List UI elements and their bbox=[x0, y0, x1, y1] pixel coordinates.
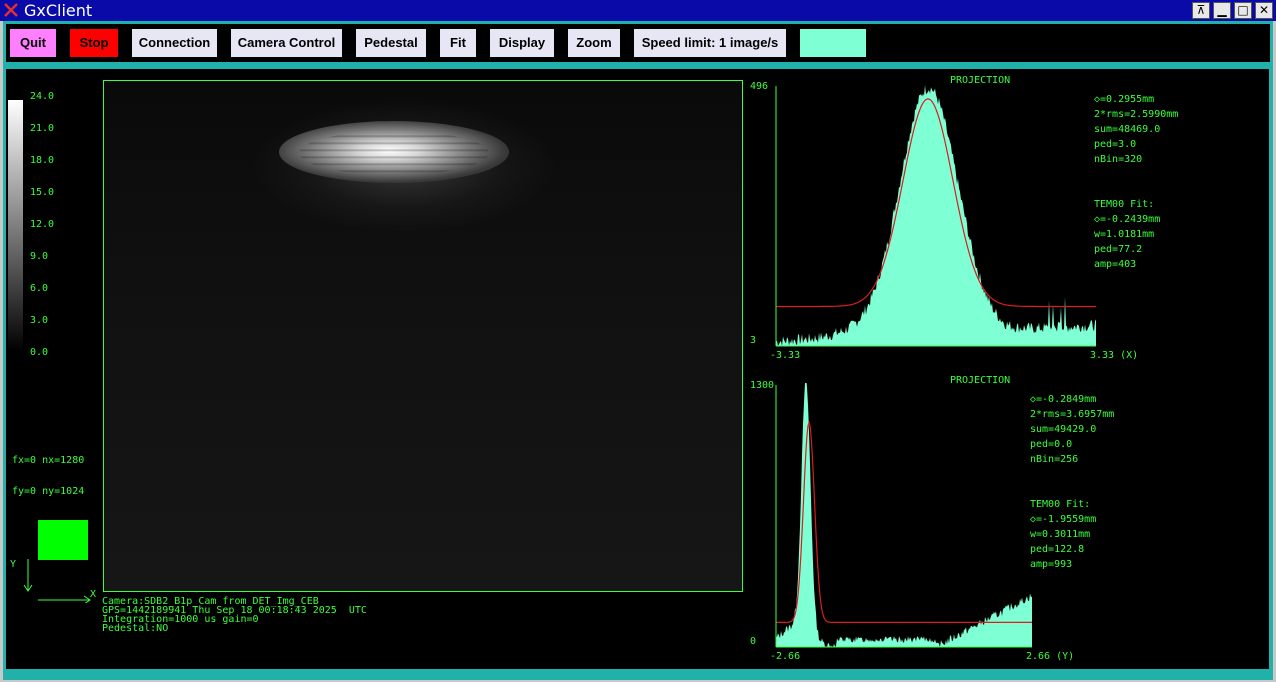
fit-width: w=0.3011mm bbox=[1030, 529, 1091, 540]
connection-button[interactable]: Connection bbox=[132, 29, 217, 57]
colorbar-label: 6.0 bbox=[30, 283, 49, 294]
fit-title: TEM00 Fit: bbox=[1094, 199, 1155, 210]
camera-image[interactable] bbox=[103, 80, 743, 592]
projection-y-ymin: 0 bbox=[750, 636, 757, 647]
stat-rms: 2*rms=2.5990mm bbox=[1094, 109, 1179, 120]
stat-nbin: nBin=320 bbox=[1094, 154, 1143, 165]
projection-x-plot[interactable] bbox=[766, 84, 1096, 349]
projection-x-xmax: 3.33 (X) bbox=[1090, 350, 1139, 361]
stat-sum: sum=48469.0 bbox=[1094, 124, 1161, 135]
stat-ped: ped=3.0 bbox=[1094, 139, 1137, 150]
stat-centroid: ◇=0.2955mm bbox=[1094, 94, 1155, 105]
maximize-icon[interactable]: □ bbox=[1234, 2, 1252, 19]
colorbar-label: 18.0 bbox=[30, 155, 55, 166]
colorbar bbox=[8, 100, 23, 351]
window-title: GxClient bbox=[24, 1, 93, 20]
fit-button[interactable]: Fit bbox=[440, 29, 476, 57]
pedestal-button[interactable]: Pedestal bbox=[356, 29, 426, 57]
beam-stripes bbox=[299, 131, 489, 175]
status-indicator bbox=[800, 29, 866, 57]
colorbar-label: 12.0 bbox=[30, 219, 55, 230]
toolbar: Quit Stop Connection Camera Control Pede… bbox=[6, 24, 1270, 62]
app-icon bbox=[4, 3, 18, 17]
color-swatch[interactable] bbox=[38, 520, 88, 560]
fit-ped: ped=122.8 bbox=[1030, 544, 1085, 555]
display-button[interactable]: Display bbox=[490, 29, 554, 57]
projection-y-xmax: 2.66 (Y) bbox=[1026, 651, 1075, 662]
colorbar-label: 24.0 bbox=[30, 91, 55, 102]
projection-x-stats: ◇=0.2955mm 2*rms=2.5990mm sum=48469.0 pe… bbox=[1094, 92, 1178, 167]
projection-x-fit: TEM00 Fit: ◇=-0.2439mm w=1.0181mm ped=77… bbox=[1094, 197, 1160, 272]
axis-x-label: X bbox=[90, 589, 97, 600]
axis-indicator bbox=[23, 559, 91, 603]
pin-icon[interactable]: ⊼ bbox=[1192, 2, 1210, 19]
image-fy-info: fy=0 ny=1024 bbox=[12, 486, 85, 497]
histogram-y-bars bbox=[776, 383, 1032, 647]
colorbar-label: 3.0 bbox=[30, 315, 49, 326]
image-fx-info: fx=0 nx=1280 bbox=[12, 455, 85, 466]
fit-centroid: ◇=-0.2439mm bbox=[1094, 214, 1161, 225]
fit-amp: amp=403 bbox=[1094, 259, 1137, 270]
projection-x-ymin: 3 bbox=[750, 335, 757, 346]
pedestal-info: Pedestal:NO bbox=[102, 623, 169, 634]
minimize-icon[interactable]: ▁ bbox=[1213, 2, 1231, 19]
fit-amp: amp=993 bbox=[1030, 559, 1073, 570]
projection-y-xmin: -2.66 bbox=[770, 651, 801, 662]
stat-ped: ped=0.0 bbox=[1030, 439, 1073, 450]
colorbar-label: 9.0 bbox=[30, 251, 49, 262]
title-bar: GxClient ⊼ ▁ □ ✕ bbox=[0, 0, 1276, 21]
colorbar-label: 21.0 bbox=[30, 123, 55, 134]
fit-curve-y bbox=[776, 420, 1032, 623]
colorbar-label: 0.0 bbox=[30, 347, 49, 358]
close-icon[interactable]: ✕ bbox=[1255, 2, 1273, 19]
camera-control-button[interactable]: Camera Control bbox=[231, 29, 342, 57]
fit-centroid: ◇=-1.9559mm bbox=[1030, 514, 1097, 525]
stat-rms: 2*rms=3.6957mm bbox=[1030, 409, 1115, 420]
projection-y-fit: TEM00 Fit: ◇=-1.9559mm w=0.3011mm ped=12… bbox=[1030, 497, 1096, 572]
projection-y-plot[interactable] bbox=[766, 383, 1036, 650]
stat-sum: sum=49429.0 bbox=[1030, 424, 1097, 435]
stat-centroid: ◇=-0.2849mm bbox=[1030, 394, 1097, 405]
projection-y-stats: ◇=-0.2849mm 2*rms=3.6957mm sum=49429.0 p… bbox=[1030, 392, 1114, 467]
projection-x-xmin: -3.33 bbox=[770, 350, 801, 361]
stat-nbin: nBin=256 bbox=[1030, 454, 1079, 465]
fit-width: w=1.0181mm bbox=[1094, 229, 1155, 240]
axis-y-label: Y bbox=[10, 559, 17, 570]
colorbar-label: 15.0 bbox=[30, 187, 55, 198]
fit-title: TEM00 Fit: bbox=[1030, 499, 1091, 510]
main-display: 24.0 21.0 18.0 15.0 12.0 9.0 6.0 3.0 0.0… bbox=[6, 69, 1269, 669]
speed-limit-button[interactable]: Speed limit: 1 image/s bbox=[634, 29, 786, 57]
stop-button[interactable]: Stop bbox=[70, 29, 118, 57]
fit-ped: ped=77.2 bbox=[1094, 244, 1143, 255]
zoom-button[interactable]: Zoom bbox=[568, 29, 620, 57]
quit-button[interactable]: Quit bbox=[10, 29, 56, 57]
